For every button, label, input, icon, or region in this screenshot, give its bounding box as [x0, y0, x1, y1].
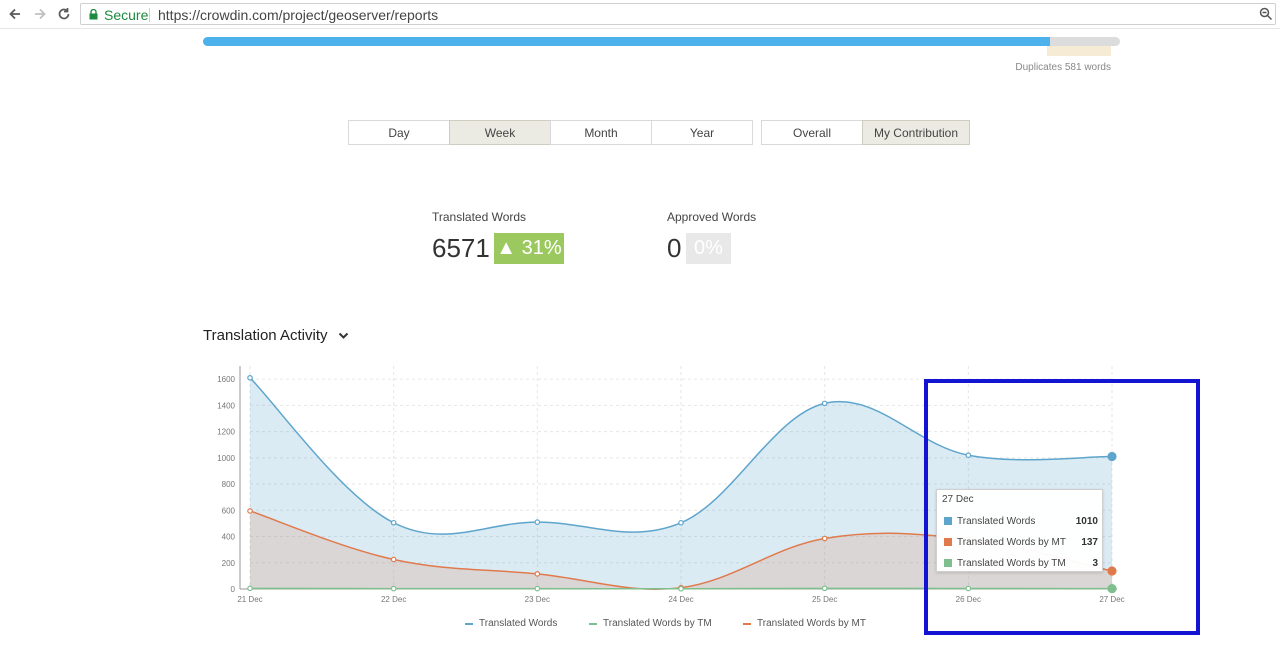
x-tick-label: 23 Dec: [525, 595, 550, 604]
y-tick-label: 400: [222, 533, 236, 542]
x-tick-label: 25 Dec: [812, 595, 837, 604]
data-point: [821, 400, 828, 407]
x-tick-label: 24 Dec: [668, 595, 693, 604]
data-point: [534, 519, 541, 525]
data-point: [821, 535, 828, 542]
y-tick-label: 800: [222, 480, 236, 489]
legend-item-tm[interactable]: Translated Words by TM: [589, 618, 712, 629]
data-point: [247, 375, 253, 381]
legend-line: [743, 622, 751, 625]
data-point: [534, 585, 541, 592]
data-point: [821, 585, 828, 592]
data-point: [678, 585, 684, 592]
data-point: [390, 556, 397, 563]
y-tick-label: 1000: [217, 454, 235, 463]
y-tick-label: 600: [222, 506, 236, 515]
legend-item-translated[interactable]: Translated Words: [465, 618, 557, 629]
data-point: [390, 519, 397, 526]
highlight-box: [924, 379, 1200, 635]
y-tick-label: 1600: [217, 375, 235, 384]
data-point: [678, 519, 684, 526]
legend-label: Translated Words by MT: [757, 618, 866, 629]
y-tick-label: 1200: [217, 428, 235, 437]
x-tick-label: 21 Dec: [237, 595, 262, 604]
data-point: [534, 571, 541, 577]
legend-line: [589, 622, 597, 625]
data-point: [247, 508, 253, 514]
x-tick-label: 22 Dec: [381, 595, 406, 604]
y-tick-label: 1400: [217, 401, 235, 410]
legend-label: Translated Words by TM: [603, 618, 712, 629]
legend-item-mt[interactable]: Translated Words by MT: [743, 618, 866, 629]
y-tick-label: 0: [231, 585, 236, 594]
y-tick-label: 200: [222, 559, 236, 568]
data-point: [390, 585, 397, 592]
data-point: [247, 585, 253, 592]
legend-line: [465, 622, 473, 625]
legend-label: Translated Words: [479, 618, 558, 629]
